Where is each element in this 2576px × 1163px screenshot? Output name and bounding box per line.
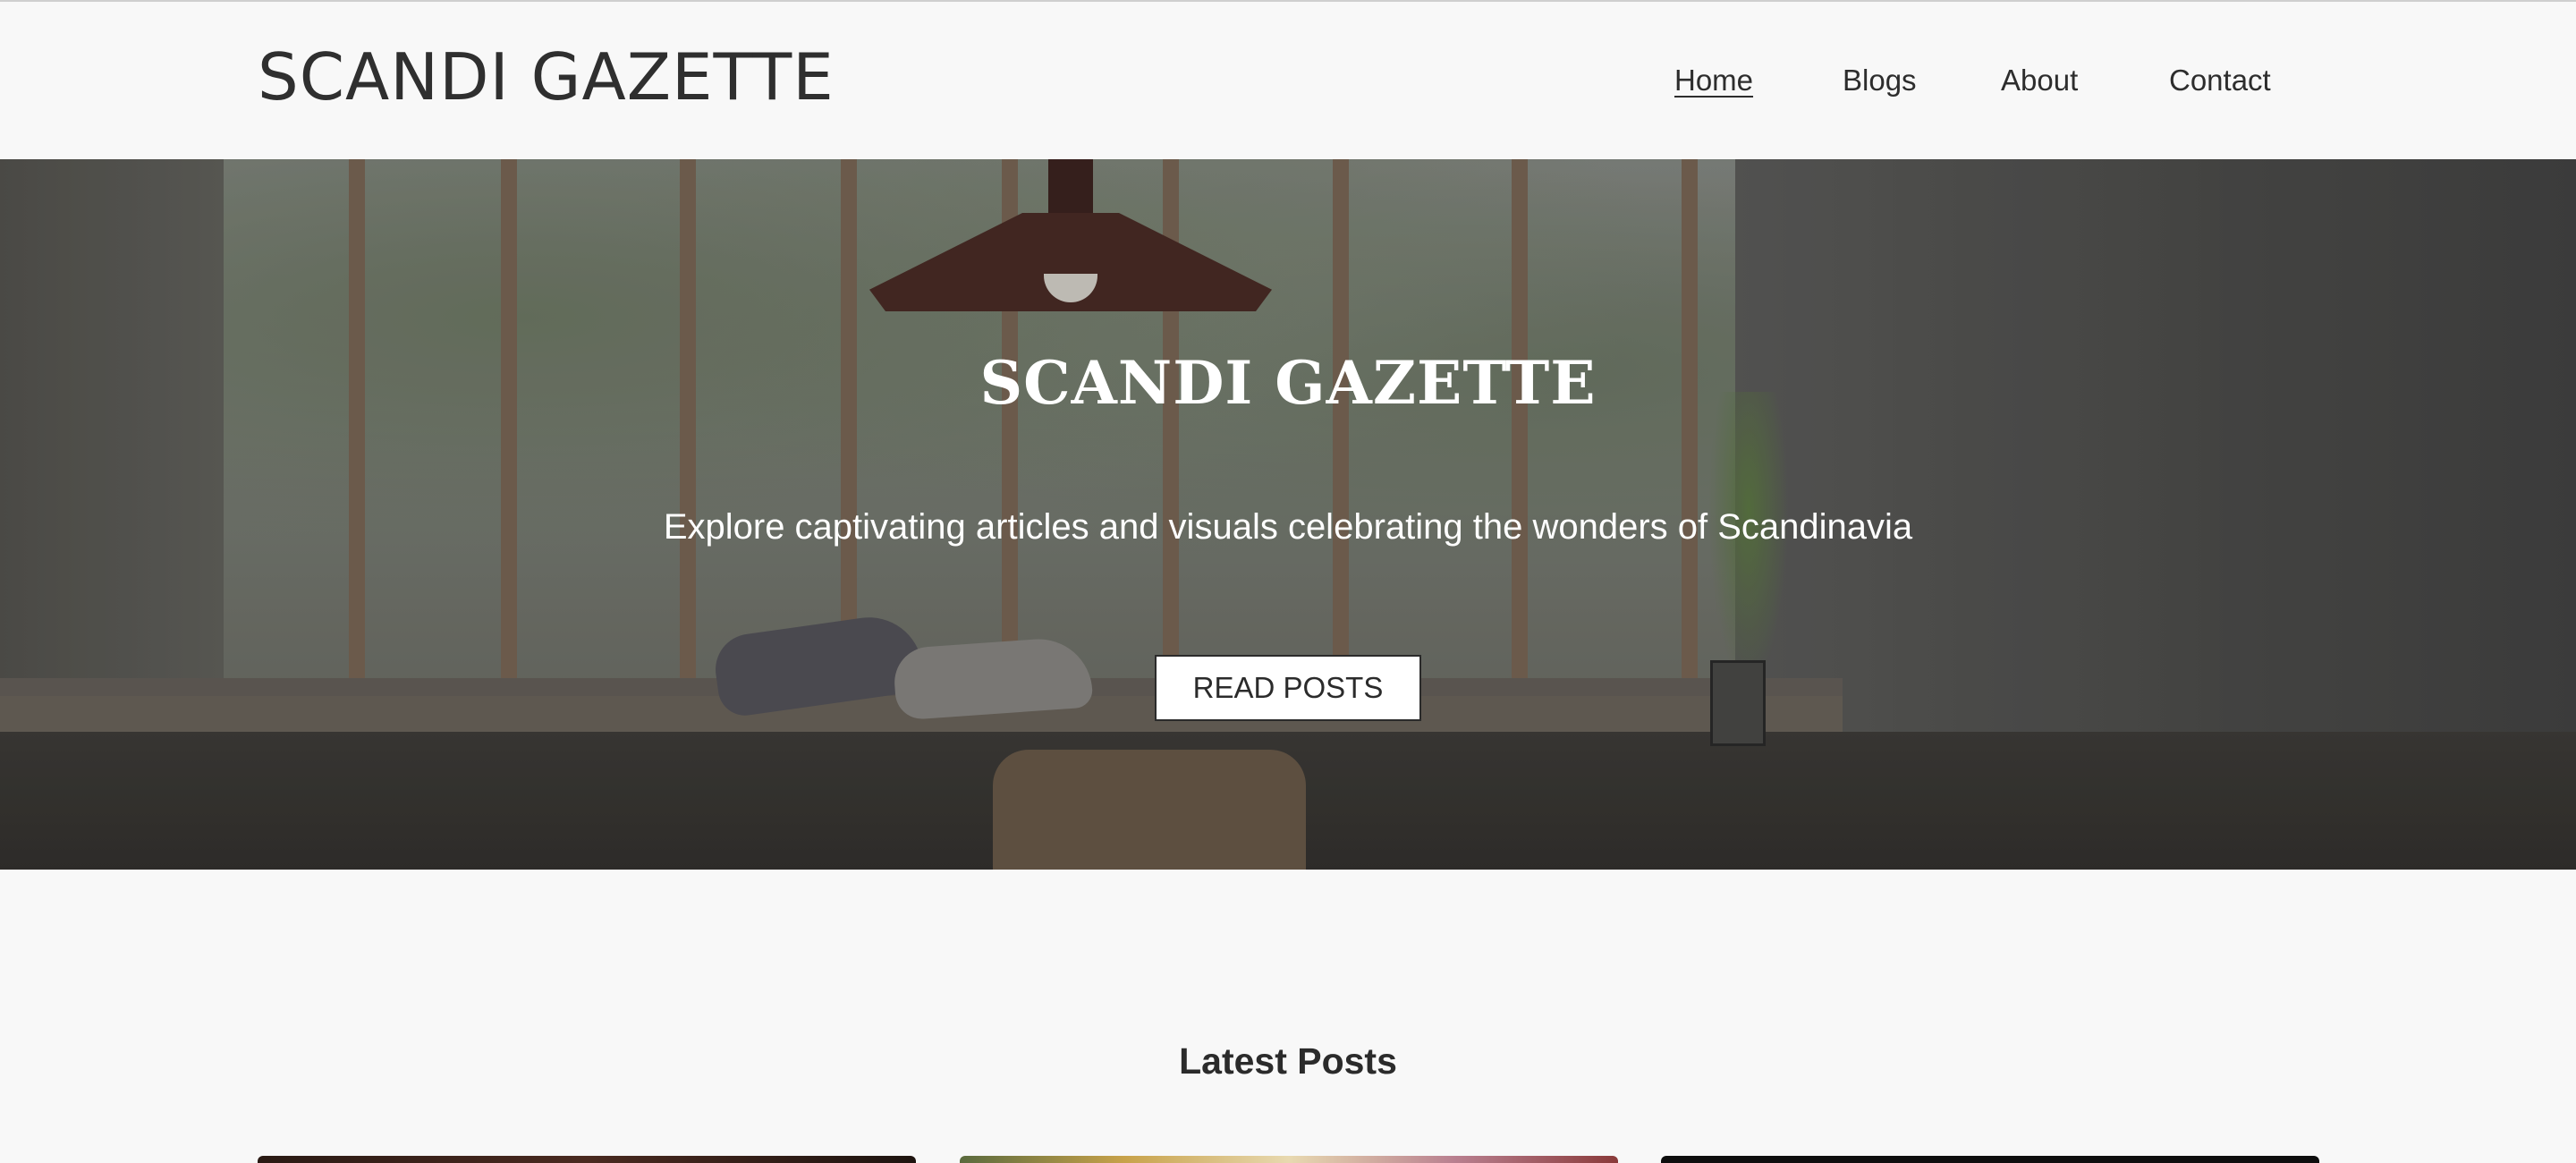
- post-card[interactable]: [960, 1156, 1618, 1163]
- hero-banner: SCANDI GAZETTE Explore captivating artic…: [0, 159, 2576, 870]
- nav-item-blogs[interactable]: Blogs: [1843, 61, 1917, 100]
- read-posts-button[interactable]: READ POSTS: [1155, 655, 1421, 721]
- nav-item-about[interactable]: About: [2001, 61, 2078, 100]
- latest-posts-title: Latest Posts: [1179, 1040, 1397, 1082]
- nav-item-home[interactable]: Home: [1674, 61, 1753, 100]
- nav-item-contact[interactable]: Contact: [2169, 61, 2271, 100]
- hero-title: SCANDI GAZETTE: [979, 348, 1597, 418]
- post-card[interactable]: [1661, 1156, 2319, 1163]
- post-card[interactable]: [258, 1156, 916, 1163]
- hero-subtitle: Explore captivating articles and visuals…: [663, 507, 1913, 547]
- main-nav: Home Blogs About Contact: [0, 61, 2576, 106]
- site-header: SCANDI GAZETTE Home Blogs About Contact: [0, 2, 2576, 159]
